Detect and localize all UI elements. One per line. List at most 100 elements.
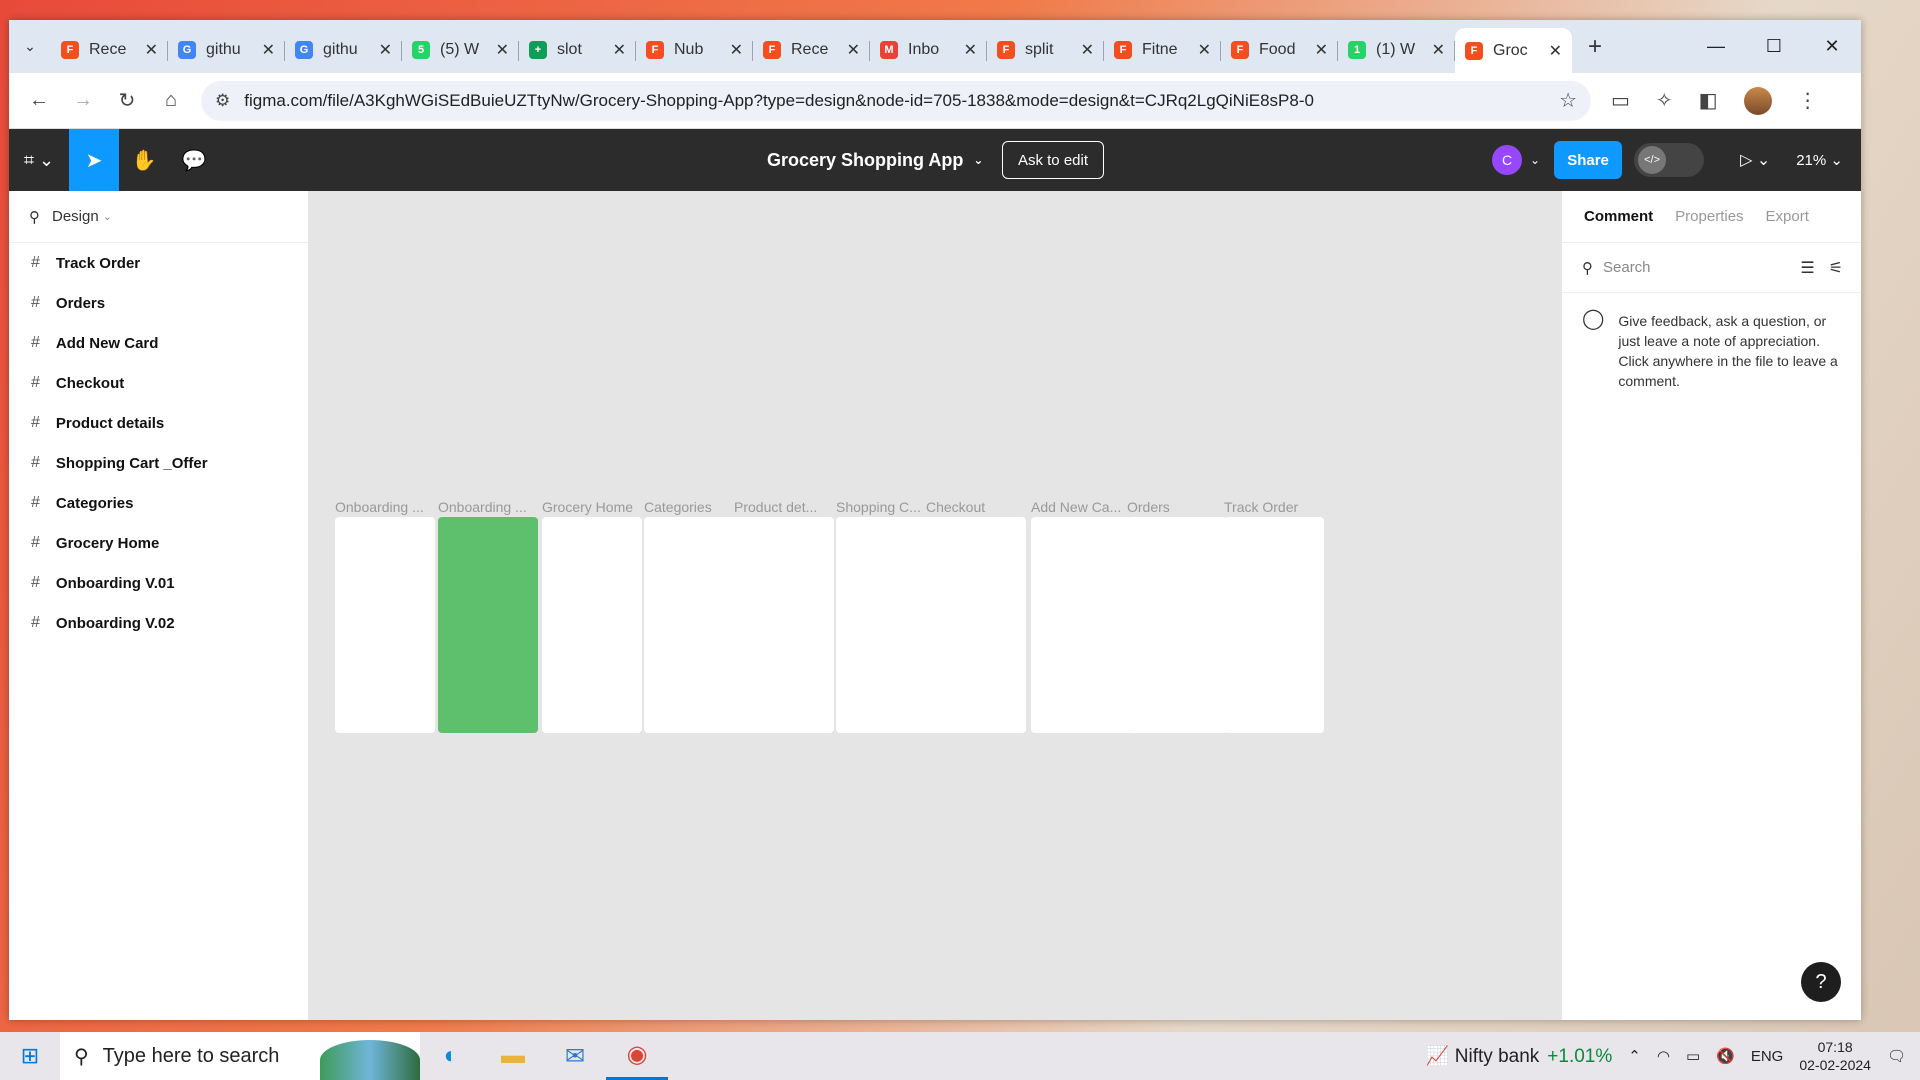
filter-icon[interactable]: ☰: [1800, 258, 1814, 278]
design-frame[interactable]: [1224, 517, 1324, 733]
design-frame[interactable]: [734, 517, 834, 733]
frame-label[interactable]: Categories: [644, 499, 748, 515]
file-title[interactable]: Grocery Shopping App ⌄: [767, 129, 983, 191]
browser-tab[interactable]: Ggithu ✕: [285, 31, 402, 69]
mail-icon[interactable]: ✉: [544, 1032, 606, 1080]
stock-widget[interactable]: 📈 Nifty bank +1.01%: [1426, 1044, 1612, 1068]
comment-tool-icon[interactable]: 💬: [169, 129, 219, 191]
frame-label[interactable]: Track Order: [1224, 499, 1328, 515]
frame-label[interactable]: Add New Ca...: [1031, 499, 1135, 515]
design-frame[interactable]: [926, 517, 1026, 733]
notifications-icon[interactable]: 🗨: [1887, 1047, 1906, 1065]
right-panel-tab[interactable]: Properties: [1675, 208, 1743, 225]
layer-item[interactable]: # Onboarding V.01: [9, 563, 308, 603]
layer-item[interactable]: # Orders: [9, 283, 308, 323]
menu-kebab-icon[interactable]: ⋮: [1798, 88, 1818, 113]
comment-search[interactable]: ⚲ Search ☰ ⚟: [1562, 243, 1861, 293]
side-panel-icon[interactable]: ◧: [1699, 88, 1718, 113]
tab-close-icon[interactable]: ✕: [964, 40, 977, 60]
dev-mode-toggle[interactable]: </>: [1634, 143, 1705, 177]
frame-label[interactable]: Orders: [1127, 499, 1231, 515]
browser-tab[interactable]: Ggithu ✕: [168, 31, 285, 69]
address-bar[interactable]: ⚙ figma.com/file/A3KghWGiSEdBuieUZTtyNw/…: [201, 80, 1591, 121]
browser-tab[interactable]: F Food ✕: [1221, 31, 1338, 69]
site-settings-icon[interactable]: ⚙: [215, 91, 230, 111]
layer-item[interactable]: # Checkout: [9, 363, 308, 403]
tab-close-icon[interactable]: ✕: [145, 40, 158, 60]
right-panel-tab[interactable]: Export: [1766, 208, 1809, 225]
frame-label[interactable]: Checkout: [926, 499, 1030, 515]
tab-close-icon[interactable]: ✕: [847, 40, 860, 60]
cast-icon[interactable]: ▭: [1611, 88, 1630, 113]
taskbar-search[interactable]: ⚲ Type here to search: [60, 1032, 420, 1080]
back-arrow-icon[interactable]: ←: [17, 89, 61, 112]
close-window-icon[interactable]: ✕: [1803, 20, 1861, 73]
browser-tab[interactable]: F Rece ✕: [753, 31, 870, 69]
settings-sliders-icon[interactable]: ⚟: [1829, 258, 1843, 278]
language-indicator[interactable]: ENG: [1751, 1048, 1784, 1065]
bookmark-star-icon[interactable]: ☆: [1559, 88, 1577, 113]
tab-close-icon[interactable]: ✕: [1315, 40, 1328, 60]
frame-label[interactable]: Product det...: [734, 499, 838, 515]
wifi-icon[interactable]: ◠: [1657, 1047, 1670, 1065]
layer-item[interactable]: # Product details: [9, 403, 308, 443]
forward-arrow-icon[interactable]: →: [61, 89, 105, 112]
tab-close-icon[interactable]: ✕: [613, 40, 626, 60]
design-frame[interactable]: [542, 517, 642, 733]
tab-close-icon[interactable]: ✕: [262, 40, 275, 60]
share-button[interactable]: Share: [1554, 141, 1623, 179]
frame-label[interactable]: Onboarding ...: [438, 499, 542, 515]
layer-item[interactable]: # Onboarding V.02: [9, 603, 308, 643]
layer-item[interactable]: # Grocery Home: [9, 523, 308, 563]
right-panel-tab[interactable]: Comment: [1584, 208, 1653, 225]
ask-to-edit-button[interactable]: Ask to edit: [1002, 141, 1104, 179]
layer-item[interactable]: # Track Order: [9, 243, 308, 283]
hand-tool-icon[interactable]: ✋: [119, 129, 169, 191]
design-frame[interactable]: [438, 517, 538, 733]
browser-tab[interactable]: F Nub ✕: [636, 31, 753, 69]
tab-close-icon[interactable]: ✕: [496, 40, 509, 60]
browser-tab[interactable]: 1 (1) W ✕: [1338, 31, 1455, 69]
edge-icon[interactable]: ◐: [420, 1032, 482, 1080]
design-frame[interactable]: [644, 517, 744, 733]
browser-tab[interactable]: F Rece ✕: [51, 31, 168, 69]
frame-label[interactable]: Shopping C...: [836, 499, 940, 515]
volume-mute-icon[interactable]: 🔇: [1716, 1047, 1735, 1065]
design-frame[interactable]: [836, 517, 936, 733]
layer-item[interactable]: # Shopping Cart _Offer: [9, 443, 308, 483]
browser-tab[interactable]: 5 (5) W ✕: [402, 31, 519, 69]
file-explorer-icon[interactable]: ▬: [482, 1032, 544, 1080]
windows-start-icon[interactable]: ⊞: [0, 1043, 60, 1069]
layer-item[interactable]: # Add New Card: [9, 323, 308, 363]
battery-icon[interactable]: ▭: [1686, 1047, 1700, 1065]
tab-close-icon[interactable]: ✕: [730, 40, 743, 60]
chrome-icon[interactable]: ◉: [606, 1032, 668, 1080]
tab-close-icon[interactable]: ✕: [379, 40, 392, 60]
new-tab-plus-icon[interactable]: +: [1588, 33, 1602, 61]
tab-close-icon[interactable]: ✕: [1549, 41, 1562, 61]
home-icon[interactable]: ⌂: [149, 89, 193, 112]
browser-tab[interactable]: F Groc ✕: [1455, 28, 1572, 73]
tab-close-icon[interactable]: ✕: [1432, 40, 1445, 60]
tab-search-chevron-icon[interactable]: ⌄: [15, 32, 45, 62]
design-frame[interactable]: [1031, 517, 1131, 733]
zoom-level[interactable]: 21% ⌄: [1796, 151, 1843, 169]
minimize-icon[interactable]: —: [1687, 20, 1745, 73]
present-play-icon[interactable]: ▷ ⌄: [1740, 150, 1770, 170]
chevron-down-icon[interactable]: ⌄: [1530, 153, 1540, 167]
layer-item[interactable]: # Categories: [9, 483, 308, 523]
frame-label[interactable]: Grocery Home: [542, 499, 646, 515]
move-tool-cursor-icon[interactable]: ➤: [69, 129, 119, 191]
layers-panel-header[interactable]: ⚲ Design ⌄: [9, 191, 308, 243]
chevron-up-icon[interactable]: ⌃: [1628, 1047, 1641, 1065]
browser-tab[interactable]: F Fitne ✕: [1104, 31, 1221, 69]
user-avatar[interactable]: C: [1492, 145, 1522, 175]
browser-tab[interactable]: Fsplit ✕: [987, 31, 1104, 69]
search-icon[interactable]: ⚲: [29, 208, 40, 226]
design-canvas[interactable]: Onboarding ... Onboarding ... Grocery Home…: [309, 191, 1561, 1020]
design-frame[interactable]: [1127, 517, 1227, 733]
design-frame[interactable]: [335, 517, 435, 733]
frame-label[interactable]: Onboarding ...: [335, 499, 439, 515]
tab-close-icon[interactable]: ✕: [1198, 40, 1211, 60]
reload-icon[interactable]: ↻: [105, 88, 149, 113]
